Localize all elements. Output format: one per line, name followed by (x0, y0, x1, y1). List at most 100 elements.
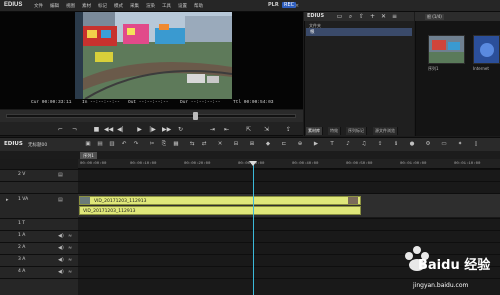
ruler-label: 00:00:50:00 (346, 162, 373, 166)
total-timecode: Ttl 00:00:54:03 (233, 100, 274, 105)
export-icon[interactable]: ⇪ (284, 125, 293, 134)
set-in-icon[interactable]: ⌐ (56, 125, 65, 134)
step-back-icon[interactable]: ◀| (116, 125, 125, 134)
waveform-icon[interactable]: ≈ (68, 269, 72, 275)
menu-settings[interactable]: 设置 (178, 3, 187, 9)
menu-render[interactable]: 渲染 (146, 3, 155, 9)
properties-icon[interactable]: ≡ (390, 12, 399, 21)
tab-bin[interactable]: 素材库 (306, 127, 323, 135)
rewind-icon[interactable]: ◀◀ (104, 125, 113, 134)
tab-sequence-markers[interactable]: 序列标记 (346, 127, 367, 135)
menu-help[interactable]: 帮助 (194, 3, 203, 9)
menu-mode[interactable]: 模式 (114, 3, 123, 9)
track-label: 3 A (18, 257, 26, 262)
track-visibility-icon[interactable]: ▤ (58, 197, 63, 203)
up-folder-icon[interactable]: ⇧ (357, 12, 366, 21)
add-clip-icon[interactable]: + (368, 12, 377, 21)
ruler-label: 00:00:40:00 (292, 162, 319, 166)
sync-icon[interactable]: ⇄ (200, 140, 208, 148)
out-point-timecode: Out --:--:--:-- (128, 100, 169, 105)
scrubber-handle[interactable] (193, 112, 198, 120)
tab-effects[interactable]: 特效 (328, 127, 341, 135)
overwrite-icon[interactable]: ⇤ (222, 125, 231, 134)
menu-view[interactable]: 视图 (66, 3, 75, 9)
menu-tools[interactable]: 工具 (162, 3, 171, 9)
menu-marker[interactable]: 标记 (98, 3, 107, 9)
asset-thumbnail[interactable] (428, 35, 465, 64)
speaker-icon[interactable]: ◀) (58, 257, 64, 263)
playhead-line[interactable] (253, 163, 254, 295)
settings-icon[interactable]: ⚙ (424, 140, 432, 148)
scrubber-track[interactable] (6, 114, 296, 118)
record-icon[interactable]: ● (408, 140, 416, 148)
play-icon[interactable]: ▶ (135, 125, 144, 134)
speaker-icon[interactable]: ◀) (58, 269, 64, 275)
track-select-icon[interactable]: ▸ (6, 197, 9, 203)
waveform-icon[interactable]: ≈ (68, 257, 72, 263)
asset-thumbnail[interactable] (473, 35, 500, 64)
redo-icon[interactable]: ↷ (132, 140, 140, 148)
lift-icon[interactable]: ⇲ (262, 125, 271, 134)
split-icon[interactable]: ⊞ (248, 140, 256, 148)
save-icon[interactable]: ▥ (108, 140, 116, 148)
folder-root[interactable]: 根 (306, 28, 412, 36)
current-timecode: Cur 00:00:33:11 (31, 100, 72, 105)
export-file-icon[interactable]: ⇪ (376, 140, 384, 148)
video-clip[interactable]: VID_20171203_112913 (79, 196, 361, 205)
title-icon[interactable]: T (328, 140, 336, 148)
asset-label: Internet (473, 66, 489, 71)
loop-icon[interactable]: ↻ (176, 125, 185, 134)
fast-forward-icon[interactable]: ▶▶ (162, 125, 171, 134)
delete-clip-icon[interactable]: ✕ (216, 140, 224, 148)
set-out-icon[interactable]: ¬ (70, 125, 79, 134)
zoom-icon[interactable]: ⊕ (296, 140, 304, 148)
speaker-icon[interactable]: ◀) (58, 233, 64, 239)
new-sequence-icon[interactable]: ▣ (84, 140, 92, 148)
waveform-icon[interactable]: ≈ (68, 233, 72, 239)
step-forward-icon[interactable]: |▶ (148, 125, 157, 134)
playhead-handle[interactable] (249, 161, 257, 166)
track-divider (0, 169, 500, 170)
info-icon[interactable]: ℹ (392, 140, 400, 148)
cut-icon[interactable]: ✂ (148, 140, 156, 148)
project-name: 无标题00 (28, 143, 48, 148)
track-visibility-icon[interactable]: ▤ (58, 172, 63, 178)
track-divider (0, 193, 500, 194)
audio-mixer-icon[interactable]: ♪ (344, 140, 352, 148)
panel-icon[interactable]: ▯ (472, 140, 480, 148)
close-icon[interactable]: × (294, 3, 300, 9)
undo-icon[interactable]: ↶ (120, 140, 128, 148)
tab-sequence1[interactable]: 序列1 (80, 152, 97, 159)
menu-file[interactable]: 文件 (34, 3, 43, 9)
delete-icon[interactable]: ✕ (379, 12, 388, 21)
insert-icon[interactable]: ⇥ (208, 125, 217, 134)
app-logo: EDIUS (4, 2, 23, 8)
extract-icon[interactable]: ⇱ (244, 125, 253, 134)
plr-mode-label[interactable]: PLR (268, 2, 279, 8)
folder-root-label: 根 (310, 30, 315, 35)
asset-folder-tab[interactable]: 根 (1/4) (425, 14, 444, 20)
voice-icon[interactable]: ♫ (360, 140, 368, 148)
folder-icon[interactable]: ▭ (335, 12, 344, 21)
waveform-icon[interactable]: ≈ (68, 245, 72, 251)
open-icon[interactable]: ▤ (96, 140, 104, 148)
clip-end-thumbnail (348, 197, 358, 204)
speaker-icon[interactable]: ◀) (58, 245, 64, 251)
menu-edit[interactable]: 编辑 (50, 3, 59, 9)
render-icon[interactable]: ▶ (312, 140, 320, 148)
menu-clip[interactable]: 素材 (82, 3, 91, 9)
search-icon[interactable]: ⌕ (346, 12, 355, 21)
paste-icon[interactable]: ▦ (172, 140, 180, 148)
layout-icon[interactable]: ▭ (440, 140, 448, 148)
snap-icon[interactable]: ⊏ (280, 140, 288, 148)
copy-icon[interactable]: ⎘ (160, 140, 168, 148)
effects-icon[interactable]: ✦ (456, 140, 464, 148)
sequence-thumbnail-image (429, 36, 464, 63)
menu-capture[interactable]: 采集 (130, 3, 139, 9)
add-cut-icon[interactable]: ⊟ (232, 140, 240, 148)
tab-source-browser[interactable]: 源文件浏览 (373, 127, 398, 135)
stop-icon[interactable]: ■ (92, 125, 101, 134)
ripple-icon[interactable]: ⇆ (188, 140, 196, 148)
marker-icon[interactable]: ◆ (264, 140, 272, 148)
audio-clip[interactable]: VID_20171203_112913 (79, 206, 361, 215)
